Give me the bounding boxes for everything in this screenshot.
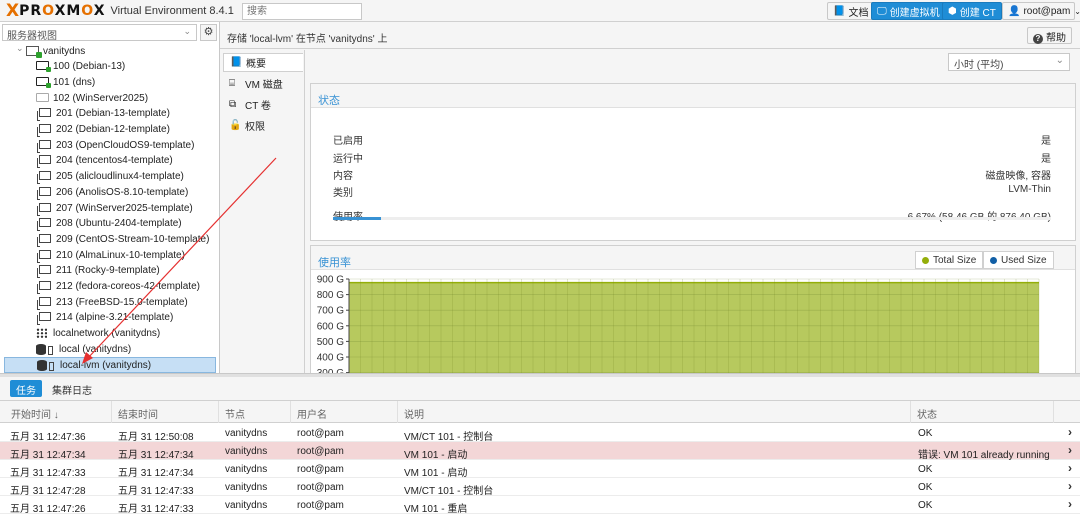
annotation-arrow [82,157,277,364]
